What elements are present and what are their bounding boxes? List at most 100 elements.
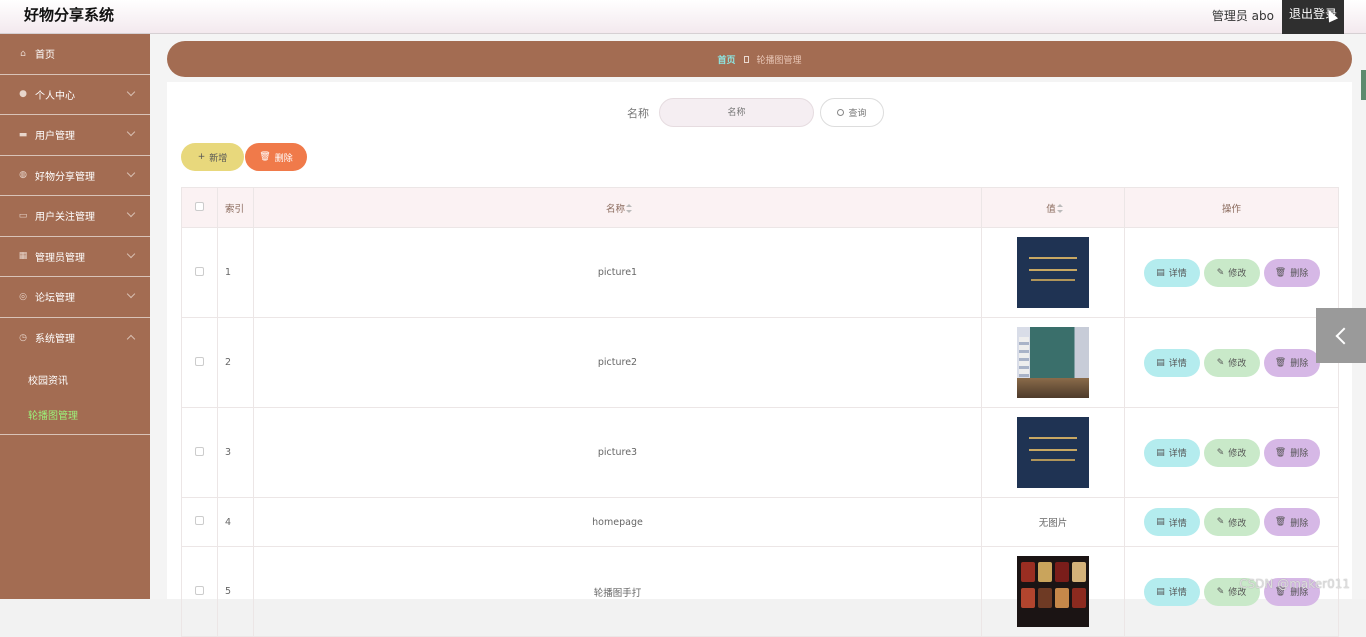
picture-thumbnail[interactable]	[1017, 556, 1089, 627]
detail-button-label: 详情	[1169, 266, 1187, 279]
sidebar: ⌂ 首页 ● 个人中心 ▬ 用户管理 ◍ 好物分享管理 ▭ 用户关注管理 ▦ 管…	[0, 34, 150, 599]
detail-button[interactable]: ▤ 详情	[1144, 439, 1200, 467]
picture-thumbnail[interactable]	[1017, 237, 1089, 308]
delete-button[interactable]: 🗑删除	[1264, 508, 1320, 536]
document-icon: ▤	[1156, 587, 1165, 597]
document-icon: ▤	[1156, 448, 1165, 458]
row-select-cell	[182, 498, 218, 547]
delete-button-label: 删除	[1290, 356, 1308, 369]
detail-button[interactable]: ▤ 详情	[1144, 578, 1200, 606]
detail-button-label: 详情	[1169, 446, 1187, 459]
content-panel: 名称 查询 + 新增 🗑 删除	[167, 82, 1352, 599]
pencil-icon: ✎	[1217, 268, 1225, 278]
watermark: CSDN @maker011	[1239, 577, 1350, 591]
edit-button[interactable]: ✎修改	[1204, 508, 1260, 536]
grid-icon: ▦	[17, 251, 29, 261]
pencil-icon: ✎	[1217, 358, 1225, 368]
row-value	[982, 408, 1125, 498]
sidebar-item-follow-management[interactable]: ▭ 用户关注管理	[0, 196, 150, 237]
scrollbar-thumb[interactable]	[1361, 70, 1366, 100]
edit-button[interactable]: ✎修改	[1204, 259, 1260, 287]
document-icon: ▤	[1156, 358, 1165, 368]
sidebar-item-label: 管理员管理	[35, 249, 85, 264]
detail-button[interactable]: ▤ 详情	[1144, 259, 1200, 287]
row-ops: ▤详情✎修改🗑删除	[1125, 318, 1339, 408]
trash-icon: 🗑	[1275, 448, 1286, 458]
chevron-down-icon	[127, 249, 135, 257]
delete-button-label: 删除	[1290, 516, 1308, 529]
edit-button[interactable]: ✎修改	[1204, 349, 1260, 377]
delete-button[interactable]: 🗑删除	[1264, 439, 1320, 467]
column-header-index: 索引	[218, 188, 254, 228]
detail-button-label: 详情	[1169, 585, 1187, 598]
add-button-label: 新增	[209, 151, 227, 164]
table-row: 3 picture3 ▤详情✎修改🗑删除	[182, 408, 1339, 498]
search-input[interactable]	[659, 98, 814, 127]
chevron-down-icon	[127, 87, 135, 95]
row-checkbox[interactable]	[195, 357, 204, 366]
sidebar-item-label: 好物分享管理	[35, 168, 95, 183]
delete-button[interactable]: 🗑删除	[1264, 349, 1320, 377]
sidebar-item-share-management[interactable]: ◍ 好物分享管理	[0, 156, 150, 197]
sidebar-item-label: 用户管理	[35, 127, 75, 142]
search-button[interactable]: 查询	[820, 98, 884, 127]
chevron-down-icon	[127, 290, 135, 298]
sidebar-item-system-management[interactable]: ◷ 系统管理	[0, 318, 150, 359]
home-icon: ⌂	[17, 49, 29, 59]
row-index: 4	[218, 498, 254, 547]
plus-icon: +	[198, 152, 206, 162]
table-row: 5 轮播图手打	[182, 547, 1339, 637]
clock-icon: ◷	[17, 333, 29, 343]
collapse-panel-button[interactable]	[1316, 308, 1366, 363]
edit-button-label: 修改	[1228, 356, 1246, 369]
delete-button-label: 删除	[1290, 266, 1308, 279]
search-label: 名称	[627, 105, 649, 121]
sidebar-item-admin-management[interactable]: ▦ 管理员管理	[0, 237, 150, 278]
sidebar-item-personal-center[interactable]: ● 个人中心	[0, 75, 150, 116]
column-header-value[interactable]: 值	[982, 188, 1125, 228]
data-table: 索引 名称 值 操作 1 picture1 ▤详情✎修改🗑删除	[181, 187, 1339, 637]
document-icon: ▤	[1156, 517, 1165, 527]
picture-thumbnail[interactable]	[1017, 327, 1089, 398]
row-name: picture2	[254, 318, 982, 408]
table-row: 1 picture1 ▤详情✎修改🗑删除	[182, 228, 1339, 318]
row-ops: ▤详情✎修改🗑删除	[1125, 547, 1339, 637]
users-icon: ▬	[17, 130, 29, 140]
search-button-label: 查询	[848, 106, 866, 119]
row-ops: ▤详情✎修改🗑删除	[1125, 498, 1339, 547]
row-checkbox[interactable]	[195, 447, 204, 456]
picture-thumbnail[interactable]	[1017, 417, 1089, 488]
delete-button[interactable]: 🗑 删除	[1264, 259, 1320, 287]
document-icon: ▤	[1156, 268, 1165, 278]
batch-delete-button[interactable]: 🗑 删除	[245, 143, 307, 171]
detail-button[interactable]: ▤详情	[1144, 349, 1200, 377]
chevron-left-icon	[1336, 327, 1353, 344]
detail-button[interactable]: ▤详情	[1144, 508, 1200, 536]
add-button[interactable]: + 新增	[181, 143, 244, 171]
row-select-cell	[182, 408, 218, 498]
row-checkbox[interactable]	[195, 516, 204, 525]
trash-icon: 🗑	[259, 152, 270, 162]
column-header-name-label: 名称	[606, 204, 625, 215]
column-header-name[interactable]: 名称	[254, 188, 982, 228]
sidebar-subitem-campus-news[interactable]: 校园资讯	[0, 362, 150, 397]
row-checkbox[interactable]	[195, 267, 204, 276]
row-ops: ▤ 详情 ✎修改 🗑 删除	[1125, 228, 1339, 318]
row-select-cell	[182, 228, 218, 318]
sidebar-item-label: 个人中心	[35, 87, 75, 102]
trash-icon: 🗑	[1275, 268, 1286, 278]
sidebar-subitem-carousel-management[interactable]: 轮播图管理	[0, 397, 150, 432]
top-bar: 好物分享系统 管理员 abo 退出登录	[0, 0, 1366, 34]
select-all-checkbox[interactable]	[195, 202, 204, 211]
column-header-value-label: 值	[1046, 204, 1056, 215]
breadcrumb-home[interactable]: 首页	[717, 53, 735, 66]
table-row: 2 picture2 ▤详情✎修改🗑删除	[182, 318, 1339, 408]
row-index: 5	[218, 547, 254, 637]
admin-label: 管理员 abo	[1212, 7, 1274, 24]
sidebar-item-forum-management[interactable]: ◎ 论坛管理	[0, 277, 150, 318]
row-checkbox[interactable]	[195, 586, 204, 595]
edit-button[interactable]: ✎修改	[1204, 439, 1260, 467]
sidebar-item-home[interactable]: ⌂ 首页	[0, 34, 150, 75]
sidebar-item-user-management[interactable]: ▬ 用户管理	[0, 115, 150, 156]
monitor-icon: ▭	[17, 211, 29, 221]
